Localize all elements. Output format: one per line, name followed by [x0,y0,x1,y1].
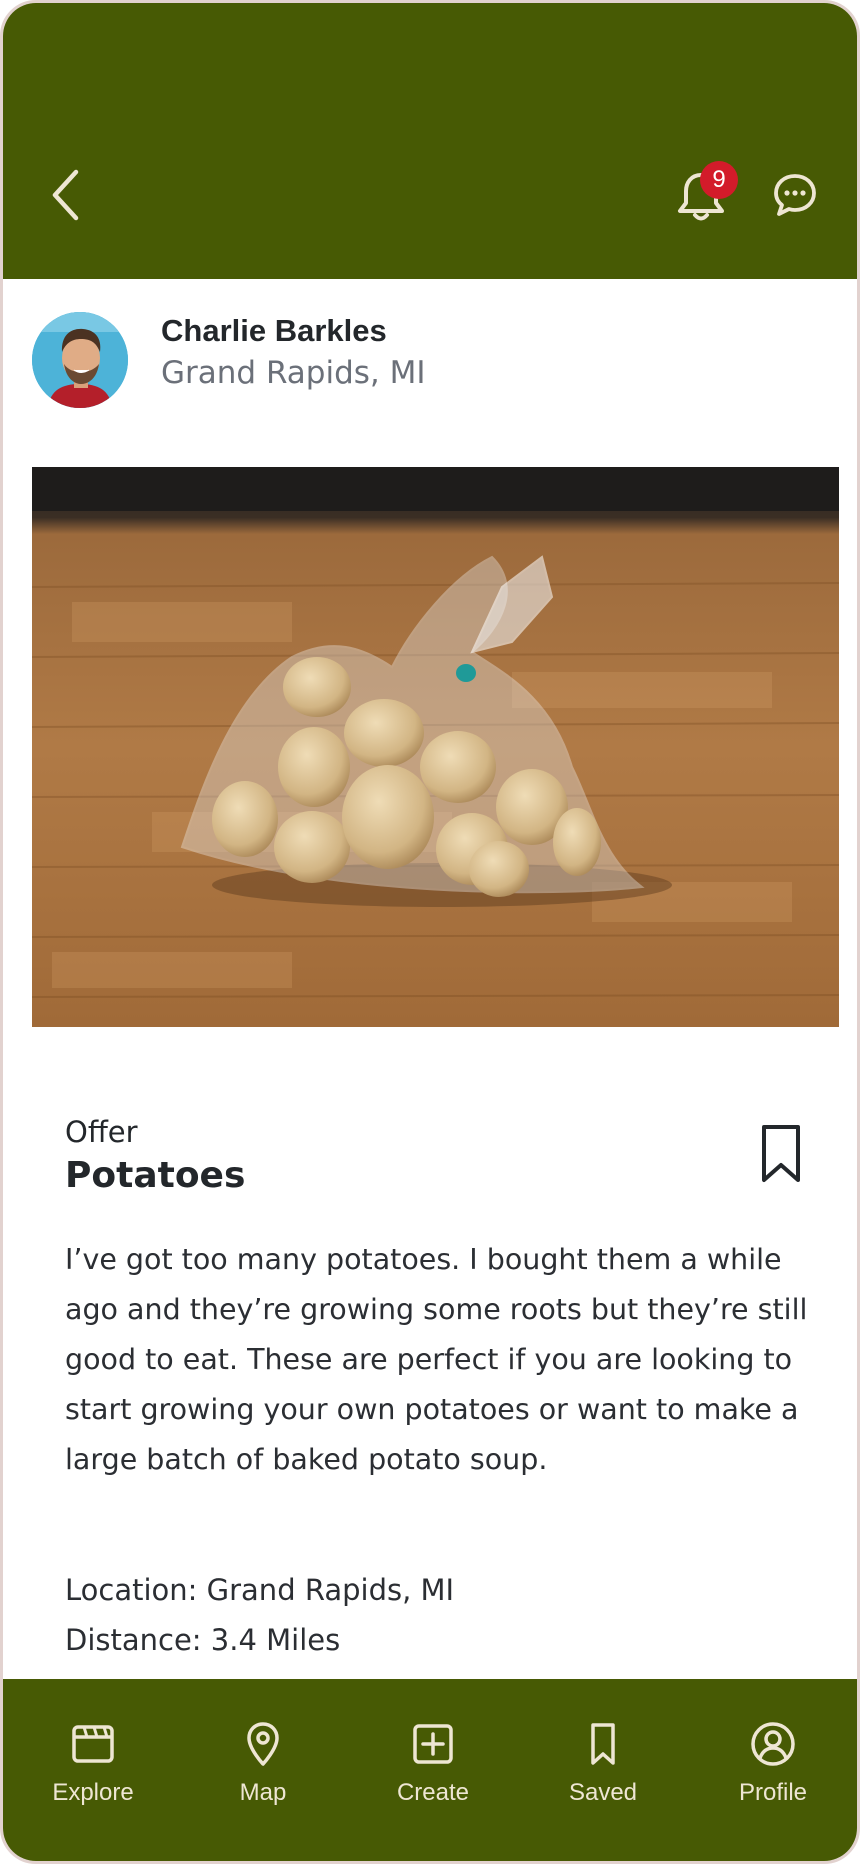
bookmark-icon [591,1723,615,1765]
post-type-label: Offer [65,1115,138,1149]
avatar-photo [32,312,128,408]
nav-create-label: Create [396,1779,470,1806]
top-app-bar [3,3,857,279]
chevron-left-icon [52,169,79,221]
nav-map[interactable]: Map [198,1719,328,1819]
nav-create[interactable]: Create [368,1719,498,1819]
post-title: Potatoes [65,1155,246,1196]
app-screen: 9 Charlie Barkles Grand Rapids, MI Offer… [0,0,860,1864]
post-photo[interactable] [32,467,839,1027]
user-circle-icon [751,1722,795,1766]
author-avatar[interactable] [32,312,128,408]
clapperboard-icon [72,1725,114,1763]
nav-saved-label: Saved [568,1779,638,1806]
back-button[interactable] [43,166,87,224]
nav-saved[interactable]: Saved [538,1719,668,1819]
potatoes-bag-image [32,467,839,1027]
nav-map-label: Map [239,1779,287,1806]
nav-profile[interactable]: Profile [708,1719,838,1819]
notification-count-badge: 9 [700,161,738,199]
nav-profile-label: Profile [738,1779,808,1806]
post-distance: Distance: 3.4 Miles [65,1623,341,1657]
bookmark-icon [762,1125,800,1182]
nav-explore[interactable]: Explore [28,1719,158,1819]
chat-bubble-icon [774,174,816,216]
plus-square-icon [413,1724,453,1764]
map-pin-icon [247,1722,279,1766]
messages-button[interactable] [773,173,817,217]
post-description: I’ve got too many potatoes. I bought the… [65,1243,808,1476]
author-name[interactable]: Charlie Barkles [161,313,387,349]
nav-explore-label: Explore [52,1779,134,1806]
save-post-button[interactable] [759,1123,803,1185]
author-location: Grand Rapids, MI [161,355,426,391]
post-location: Location: Grand Rapids, MI [65,1573,455,1607]
